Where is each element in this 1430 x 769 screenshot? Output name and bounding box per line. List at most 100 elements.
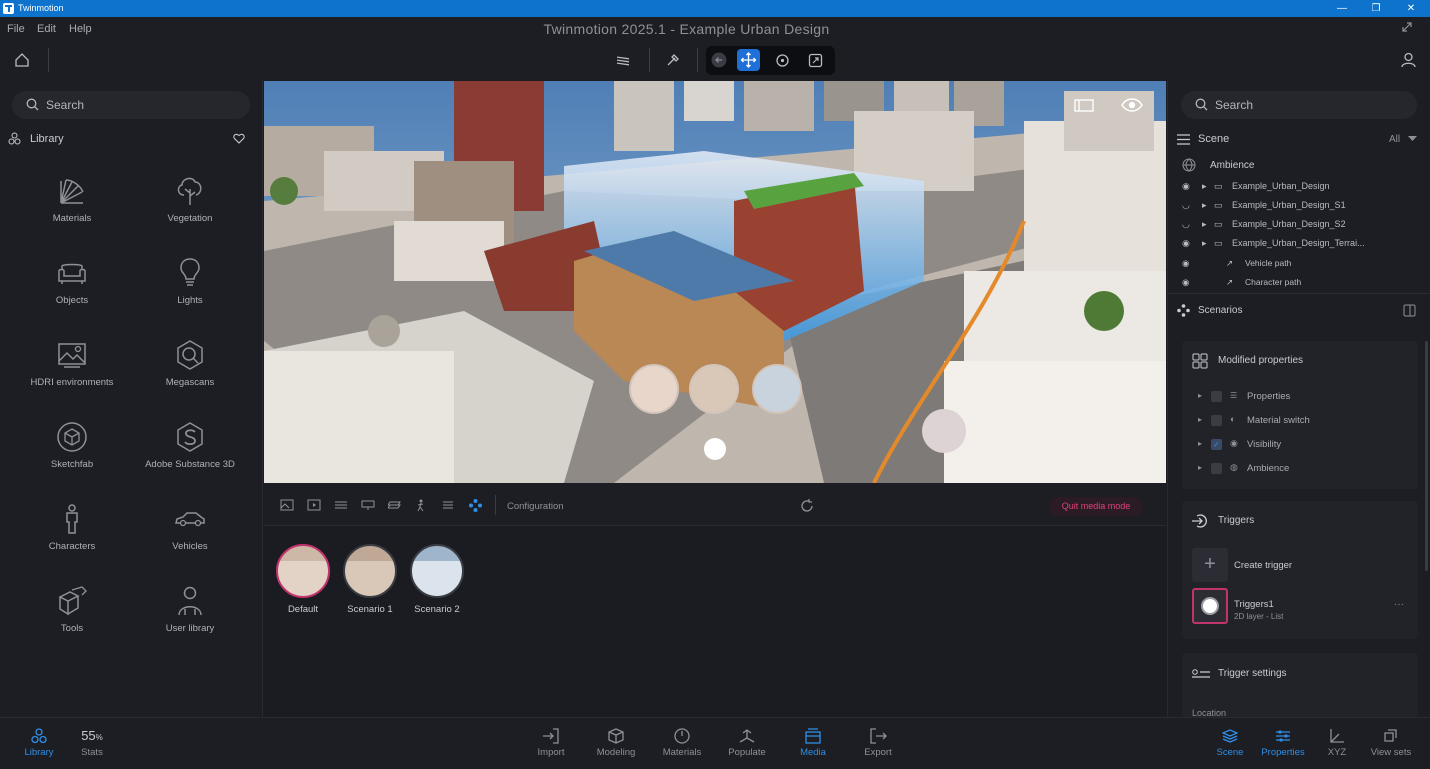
- restore-icon[interactable]: ❐: [1364, 1, 1388, 16]
- back-icon[interactable]: [711, 52, 727, 68]
- split-panel-icon[interactable]: [1403, 304, 1416, 317]
- trigger-thumbnail[interactable]: [1192, 588, 1228, 624]
- panel-toggle-icon[interactable]: [1074, 99, 1094, 112]
- folder-icon: ▭: [1214, 181, 1223, 191]
- chevron-right-icon[interactable]: ▸: [1198, 391, 1202, 400]
- chevron-right-icon[interactable]: ▸: [1198, 463, 1202, 472]
- library-item-materials[interactable]: Materials: [17, 175, 127, 245]
- eye-icon[interactable]: ◉: [1182, 238, 1190, 248]
- material-switch-checkbox[interactable]: [1211, 415, 1222, 426]
- refresh-icon[interactable]: [799, 498, 815, 514]
- library-search-input[interactable]: Search: [12, 91, 250, 119]
- scenario-label: Scenario 2: [414, 604, 460, 615]
- library-item-user-library[interactable]: User library: [135, 585, 245, 655]
- configuration-icon[interactable]: [468, 498, 483, 513]
- library-item-hdri[interactable]: HDRI environments: [17, 339, 127, 409]
- library-item-tools[interactable]: Tools: [17, 585, 127, 655]
- footer-tab-properties[interactable]: Properties: [1253, 728, 1313, 758]
- chevron-right-icon[interactable]: ▸: [1202, 181, 1207, 192]
- library-item-characters[interactable]: Characters: [17, 503, 127, 573]
- eye-closed-icon[interactable]: ◡: [1182, 219, 1190, 229]
- library-item-sketchfab[interactable]: Sketchfab: [17, 421, 127, 491]
- tree-ambience[interactable]: Ambience: [1210, 160, 1254, 171]
- eye-icon[interactable]: ◉: [1182, 258, 1189, 268]
- modified-properties-title: Modified properties: [1218, 355, 1304, 366]
- favorites-heart-icon[interactable]: [233, 133, 245, 144]
- footer-tab-xyz[interactable]: XYZ: [1307, 728, 1367, 758]
- footer-tab-import[interactable]: Import: [521, 728, 581, 758]
- eyedropper-icon[interactable]: [666, 53, 680, 67]
- tree-row[interactable]: ◉ ↗ Vehicle path: [1182, 258, 1291, 269]
- footer-tab-export[interactable]: Export: [848, 728, 908, 758]
- scenario-2[interactable]: Scenario 2: [409, 544, 465, 615]
- footer-tab-library[interactable]: Library: [9, 728, 69, 758]
- footer-tab-scene[interactable]: Scene: [1200, 728, 1260, 758]
- chevron-right-icon[interactable]: ▸: [1202, 200, 1207, 211]
- library-item-vehicles[interactable]: Vehicles: [135, 503, 245, 573]
- home-icon[interactable]: [14, 52, 30, 68]
- scenario-default[interactable]: Default: [275, 544, 331, 615]
- library-item-substance[interactable]: Adobe Substance 3D: [135, 421, 245, 491]
- layers-stack-icon[interactable]: [388, 499, 402, 511]
- footer-tab-stats[interactable]: 55% Stats: [62, 728, 122, 758]
- chevron-down-icon[interactable]: [1408, 136, 1417, 142]
- more-options-icon[interactable]: ···: [1394, 599, 1404, 610]
- footer-tab-materials[interactable]: Materials: [652, 728, 712, 758]
- visibility-checkbox[interactable]: ✓: [1211, 439, 1222, 450]
- quit-media-mode-button[interactable]: Quit media mode: [1049, 497, 1143, 516]
- tree-row[interactable]: ◉ ↗ Character path: [1182, 277, 1301, 288]
- modified-properties-card: Modified properties ▸ ☰ Properties ▸ ◐ M…: [1182, 341, 1418, 489]
- scenario-label: Scenario 1: [347, 604, 393, 615]
- library-item-vegetation[interactable]: Vegetation: [135, 175, 245, 245]
- list-icon[interactable]: [442, 499, 454, 511]
- footer-tab-view-sets[interactable]: View sets: [1361, 728, 1421, 758]
- footer-tab-modeling[interactable]: Modeling: [586, 728, 646, 758]
- scale-icon[interactable]: [808, 53, 823, 68]
- scenario-1[interactable]: Scenario 1: [342, 544, 398, 615]
- layers-icon[interactable]: [616, 53, 631, 67]
- chevron-right-icon[interactable]: ▸: [1198, 439, 1202, 448]
- eye-icon[interactable]: ◉: [1182, 181, 1190, 191]
- presentation-icon[interactable]: [361, 499, 375, 511]
- eye-icon[interactable]: [1121, 97, 1143, 113]
- 3d-viewport[interactable]: [264, 81, 1166, 483]
- video-icon[interactable]: [307, 499, 321, 511]
- chevron-right-icon[interactable]: ▸: [1202, 238, 1207, 249]
- move-icon[interactable]: [737, 49, 760, 71]
- view-sets-icon: [1384, 729, 1397, 742]
- scene-search-input[interactable]: Search: [1181, 91, 1417, 119]
- create-trigger-button[interactable]: +: [1192, 548, 1228, 582]
- ambience-checkbox[interactable]: [1211, 463, 1222, 474]
- eye-closed-icon[interactable]: ◡: [1182, 200, 1190, 210]
- library-item-lights[interactable]: Lights: [135, 257, 245, 327]
- search-placeholder: Search: [1215, 98, 1254, 112]
- tree-row[interactable]: ◉ ▸ ▭ Example_Urban_Design: [1182, 181, 1330, 192]
- app-name: Twinmotion: [18, 3, 64, 13]
- rotate-icon[interactable]: [775, 53, 790, 68]
- eye-icon[interactable]: ◉: [1182, 277, 1189, 287]
- tree-row[interactable]: ◡ ▸ ▭ Example_Urban_Design_S1: [1182, 200, 1346, 211]
- close-icon[interactable]: ✕: [1399, 1, 1423, 16]
- scene-filter-dropdown[interactable]: All: [1389, 134, 1400, 145]
- library-item-megascans[interactable]: Megascans: [135, 339, 245, 409]
- tree-row[interactable]: ◡ ▸ ▭ Example_Urban_Design_S2: [1182, 219, 1346, 230]
- tree-row[interactable]: ◉ ▸ ▭ Example_Urban_Design_Terrai...: [1182, 238, 1365, 249]
- sketchfab-icon: [57, 422, 87, 452]
- folder-icon: ▭: [1214, 200, 1223, 210]
- library-item-objects[interactable]: Objects: [17, 257, 127, 327]
- properties-checkbox[interactable]: [1211, 391, 1222, 402]
- create-trigger-label[interactable]: Create trigger: [1234, 560, 1292, 571]
- panorama-icon[interactable]: [334, 499, 348, 511]
- chevron-right-icon[interactable]: ▸: [1202, 219, 1207, 230]
- configuration-label[interactable]: Configuration: [507, 501, 564, 512]
- minimize-icon[interactable]: —: [1330, 1, 1354, 16]
- footer-tab-media[interactable]: Media: [783, 728, 843, 758]
- expand-icon[interactable]: [1401, 21, 1413, 33]
- footer-tab-populate[interactable]: Populate: [717, 728, 777, 758]
- scrollbar[interactable]: [1425, 341, 1428, 571]
- chevron-right-icon[interactable]: ▸: [1198, 415, 1202, 424]
- walker-icon[interactable]: [415, 499, 427, 512]
- car-icon: [175, 512, 205, 527]
- image-icon[interactable]: [280, 499, 294, 511]
- user-account-icon[interactable]: [1401, 52, 1416, 68]
